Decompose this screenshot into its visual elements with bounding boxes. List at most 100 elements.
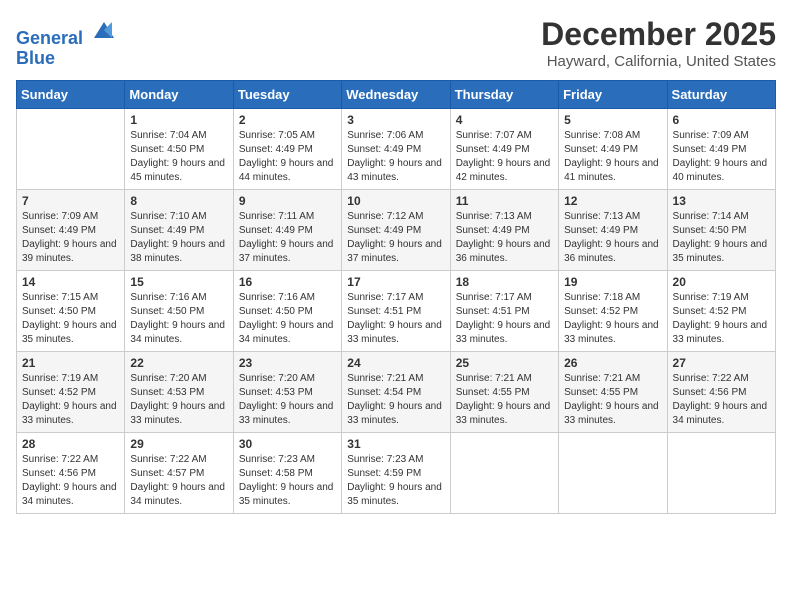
day-cell: 26 Sunrise: 7:21 AMSunset: 4:55 PMDayligh… bbox=[559, 352, 667, 433]
day-cell bbox=[667, 433, 775, 514]
day-info: Sunrise: 7:17 AMSunset: 4:51 PMDaylight:… bbox=[456, 291, 553, 347]
day-number: 18 bbox=[456, 275, 553, 289]
day-info: Sunrise: 7:09 AMSunset: 4:49 PMDaylight:… bbox=[673, 129, 770, 185]
day-info: Sunrise: 7:06 AMSunset: 4:49 PMDaylight:… bbox=[347, 129, 444, 185]
day-info: Sunrise: 7:04 AMSunset: 4:50 PMDaylight:… bbox=[130, 129, 227, 185]
day-info: Sunrise: 7:13 AMSunset: 4:49 PMDaylight:… bbox=[564, 210, 661, 266]
page-header: General Blue December 2025 Hayward, Cali… bbox=[16, 16, 776, 70]
day-info: Sunrise: 7:21 AMSunset: 4:54 PMDaylight:… bbox=[347, 372, 444, 428]
day-cell: 4 Sunrise: 7:07 AMSunset: 4:49 PMDaylight… bbox=[450, 109, 558, 190]
day-number: 26 bbox=[564, 356, 661, 370]
day-info: Sunrise: 7:15 AMSunset: 4:50 PMDaylight:… bbox=[22, 291, 119, 347]
day-number: 3 bbox=[347, 113, 444, 127]
day-cell: 1Sunrise: 7:04 AMSunset: 4:50 PMDaylight… bbox=[125, 109, 233, 190]
day-cell: 5Sunrise: 7:08 AMSunset: 4:49 PMDaylight… bbox=[559, 109, 667, 190]
day-number: 21 bbox=[22, 356, 119, 370]
day-info: Sunrise: 7:14 AMSunset: 4:50 PMDaylight:… bbox=[673, 210, 770, 266]
header-monday: Monday bbox=[125, 81, 233, 109]
day-number: 11 bbox=[456, 194, 553, 208]
day-number: 29 bbox=[130, 437, 227, 451]
header-saturday: Saturday bbox=[667, 81, 775, 109]
day-cell: 16 Sunrise: 7:16 AMSunset: 4:50 PMDayligh… bbox=[233, 271, 341, 352]
day-number: 14 bbox=[22, 275, 119, 289]
week-row-2: 7 Sunrise: 7:09 AMSunset: 4:49 PMDaylight… bbox=[17, 190, 776, 271]
header-tuesday: Tuesday bbox=[233, 81, 341, 109]
day-number: 16 bbox=[239, 275, 336, 289]
day-cell: 14 Sunrise: 7:15 AMSunset: 4:50 PMDayligh… bbox=[17, 271, 125, 352]
day-cell: 10 Sunrise: 7:12 AMSunset: 4:49 PMDayligh… bbox=[342, 190, 450, 271]
day-cell: 3 Sunrise: 7:06 AMSunset: 4:49 PMDaylight… bbox=[342, 109, 450, 190]
header-sunday: Sunday bbox=[17, 81, 125, 109]
day-info: Sunrise: 7:05 AMSunset: 4:49 PMDaylight:… bbox=[239, 129, 336, 185]
day-cell: 18 Sunrise: 7:17 AMSunset: 4:51 PMDayligh… bbox=[450, 271, 558, 352]
day-number: 13 bbox=[673, 194, 770, 208]
day-cell: 27Sunrise: 7:22 AMSunset: 4:56 PMDayligh… bbox=[667, 352, 775, 433]
day-number: 20 bbox=[673, 275, 770, 289]
day-number: 30 bbox=[239, 437, 336, 451]
day-info: Sunrise: 7:12 AMSunset: 4:49 PMDaylight:… bbox=[347, 210, 444, 266]
logo-icon bbox=[90, 16, 118, 44]
day-cell: 12 Sunrise: 7:13 AMSunset: 4:49 PMDayligh… bbox=[559, 190, 667, 271]
day-number: 22 bbox=[130, 356, 227, 370]
day-cell: 23 Sunrise: 7:20 AMSunset: 4:53 PMDayligh… bbox=[233, 352, 341, 433]
day-info: Sunrise: 7:07 AMSunset: 4:49 PMDaylight:… bbox=[456, 129, 553, 185]
day-info: Sunrise: 7:20 AMSunset: 4:53 PMDaylight:… bbox=[130, 372, 227, 428]
day-cell bbox=[450, 433, 558, 514]
day-cell: 22 Sunrise: 7:20 AMSunset: 4:53 PMDayligh… bbox=[125, 352, 233, 433]
day-number: 23 bbox=[239, 356, 336, 370]
day-cell: 31Sunrise: 7:23 AMSunset: 4:59 PMDayligh… bbox=[342, 433, 450, 514]
day-number: 9 bbox=[239, 194, 336, 208]
day-cell bbox=[17, 109, 125, 190]
day-info: Sunrise: 7:08 AMSunset: 4:49 PMDaylight:… bbox=[564, 129, 661, 185]
calendar-header-row: SundayMondayTuesdayWednesdayThursdayFrid… bbox=[17, 81, 776, 109]
week-row-5: 28Sunrise: 7:22 AMSunset: 4:56 PMDayligh… bbox=[17, 433, 776, 514]
header-friday: Friday bbox=[559, 81, 667, 109]
day-number: 10 bbox=[347, 194, 444, 208]
day-info: Sunrise: 7:22 AMSunset: 4:57 PMDaylight:… bbox=[130, 453, 227, 509]
day-info: Sunrise: 7:20 AMSunset: 4:53 PMDaylight:… bbox=[239, 372, 336, 428]
day-info: Sunrise: 7:21 AMSunset: 4:55 PMDaylight:… bbox=[564, 372, 661, 428]
day-cell: 8 Sunrise: 7:10 AMSunset: 4:49 PMDaylight… bbox=[125, 190, 233, 271]
day-cell: 9Sunrise: 7:11 AMSunset: 4:49 PMDaylight… bbox=[233, 190, 341, 271]
day-info: Sunrise: 7:17 AMSunset: 4:51 PMDaylight:… bbox=[347, 291, 444, 347]
day-info: Sunrise: 7:10 AMSunset: 4:49 PMDaylight:… bbox=[130, 210, 227, 266]
day-number: 7 bbox=[22, 194, 119, 208]
calendar-table: SundayMondayTuesdayWednesdayThursdayFrid… bbox=[16, 80, 776, 514]
header-thursday: Thursday bbox=[450, 81, 558, 109]
title-area: December 2025 Hayward, California, Unite… bbox=[541, 16, 776, 70]
day-cell: 19 Sunrise: 7:18 AMSunset: 4:52 PMDayligh… bbox=[559, 271, 667, 352]
day-number: 8 bbox=[130, 194, 227, 208]
logo: General Blue bbox=[16, 16, 118, 69]
week-row-3: 14 Sunrise: 7:15 AMSunset: 4:50 PMDayligh… bbox=[17, 271, 776, 352]
day-cell: 15Sunrise: 7:16 AMSunset: 4:50 PMDayligh… bbox=[125, 271, 233, 352]
day-info: Sunrise: 7:23 AMSunset: 4:59 PMDaylight:… bbox=[347, 453, 444, 509]
day-number: 4 bbox=[456, 113, 553, 127]
day-cell: 13 Sunrise: 7:14 AMSunset: 4:50 PMDayligh… bbox=[667, 190, 775, 271]
day-info: Sunrise: 7:22 AMSunset: 4:56 PMDaylight:… bbox=[22, 453, 119, 509]
day-cell: 28Sunrise: 7:22 AMSunset: 4:56 PMDayligh… bbox=[17, 433, 125, 514]
header-wednesday: Wednesday bbox=[342, 81, 450, 109]
day-cell: 25Sunrise: 7:21 AMSunset: 4:55 PMDayligh… bbox=[450, 352, 558, 433]
day-cell: 21Sunrise: 7:19 AMSunset: 4:52 PMDayligh… bbox=[17, 352, 125, 433]
day-cell: 30Sunrise: 7:23 AMSunset: 4:58 PMDayligh… bbox=[233, 433, 341, 514]
week-row-4: 21Sunrise: 7:19 AMSunset: 4:52 PMDayligh… bbox=[17, 352, 776, 433]
logo-general: General bbox=[16, 28, 83, 48]
month-title: December 2025 bbox=[541, 16, 776, 53]
week-row-1: 1Sunrise: 7:04 AMSunset: 4:50 PMDaylight… bbox=[17, 109, 776, 190]
day-info: Sunrise: 7:16 AMSunset: 4:50 PMDaylight:… bbox=[130, 291, 227, 347]
day-cell: 11 Sunrise: 7:13 AMSunset: 4:49 PMDayligh… bbox=[450, 190, 558, 271]
day-info: Sunrise: 7:13 AMSunset: 4:49 PMDaylight:… bbox=[456, 210, 553, 266]
day-cell: 7 Sunrise: 7:09 AMSunset: 4:49 PMDaylight… bbox=[17, 190, 125, 271]
day-number: 2 bbox=[239, 113, 336, 127]
day-number: 24 bbox=[347, 356, 444, 370]
day-number: 17 bbox=[347, 275, 444, 289]
day-info: Sunrise: 7:09 AMSunset: 4:49 PMDaylight:… bbox=[22, 210, 119, 266]
day-cell: 6Sunrise: 7:09 AMSunset: 4:49 PMDaylight… bbox=[667, 109, 775, 190]
day-number: 19 bbox=[564, 275, 661, 289]
location-title: Hayward, California, United States bbox=[541, 53, 776, 70]
day-cell: 17 Sunrise: 7:17 AMSunset: 4:51 PMDayligh… bbox=[342, 271, 450, 352]
day-info: Sunrise: 7:16 AMSunset: 4:50 PMDaylight:… bbox=[239, 291, 336, 347]
day-info: Sunrise: 7:18 AMSunset: 4:52 PMDaylight:… bbox=[564, 291, 661, 347]
day-number: 12 bbox=[564, 194, 661, 208]
day-cell: 2 Sunrise: 7:05 AMSunset: 4:49 PMDaylight… bbox=[233, 109, 341, 190]
